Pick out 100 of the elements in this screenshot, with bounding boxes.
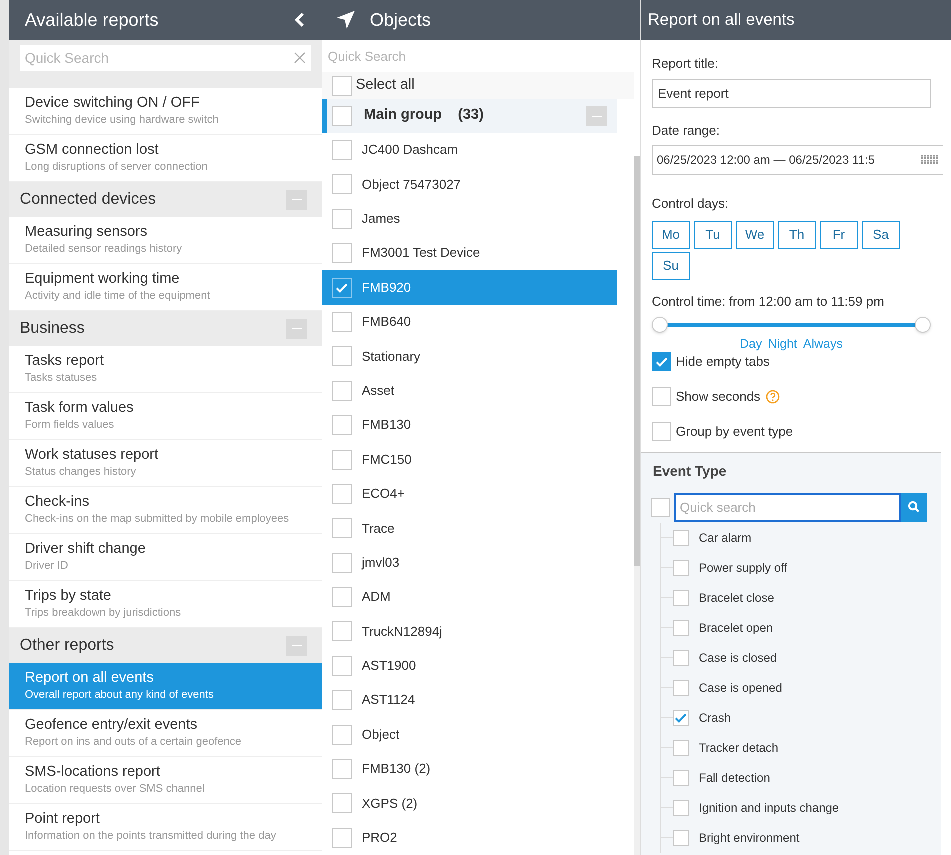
report-description: Switching device using hardware switch [25,113,220,128]
report-description: Tasks statuses [25,371,98,386]
group-row[interactable]: Main group (33) [322,99,617,133]
collapse-button[interactable] [286,318,307,338]
checkbox[interactable] [332,243,352,264]
checkbox[interactable] [651,498,670,517]
object-name: FMB920 [362,278,412,297]
calendar-grid-icon[interactable] [920,155,939,165]
event-type-label[interactable]: Case is closed [699,648,778,667]
checkbox[interactable] [332,587,352,608]
search-button[interactable] [901,492,927,522]
object-name: FMB130 [362,416,412,434]
object-name: JC400 Dashcam [362,141,458,160]
clear-icon[interactable] [294,52,306,64]
day-toggle[interactable]: Th [778,220,816,248]
slider-handle[interactable] [652,317,668,333]
time-range-slider[interactable] [652,317,931,333]
report-title: Work statuses report [25,446,160,465]
date-range-field[interactable]: 06/25/2023 12:00 am — 06/25/2023 11:5 [652,145,943,175]
event-type-label[interactable]: Car alarm [699,528,752,547]
search-field[interactable]: Quick search [674,492,901,522]
checkbox[interactable] [332,380,352,401]
checkbox[interactable] [332,106,352,126]
event-type-label[interactable]: Case is opened [699,678,782,697]
event-type-label[interactable]: Bracelet close [699,588,774,607]
checkbox[interactable] [332,174,352,194]
event-type-label[interactable]: Fall detection [699,768,770,787]
event-type-label[interactable]: Ignition and inputs change [699,798,840,817]
search-icon [908,501,920,514]
event-type-label[interactable]: Power supply off [699,558,788,577]
collapse-chevron-icon[interactable] [294,12,306,28]
event-type-label[interactable]: Crash [699,708,732,727]
report-title: Measuring sensors [25,223,148,242]
panel-title: Available reports [25,8,159,32]
checkbox[interactable] [332,415,352,436]
collapse-button[interactable] [286,190,307,210]
day-toggle[interactable]: Su [652,252,690,280]
checkbox[interactable] [332,278,352,298]
checkbox[interactable] [673,830,689,846]
select-all-label[interactable]: Select all [356,75,415,97]
checkbox[interactable] [332,793,352,814]
event-type-label[interactable]: Tracker detach [699,738,779,757]
option-label[interactable]: Hide empty tabs [676,352,770,372]
object-name: FM3001 Test Device [362,244,480,262]
object-name: ADM [362,588,391,606]
checkbox[interactable] [332,656,352,676]
day-toggle[interactable]: Mo [652,220,690,248]
checkbox[interactable] [332,828,352,848]
checkbox[interactable] [332,552,352,573]
report-title-field[interactable]: Event report [652,78,931,108]
checkbox[interactable] [673,710,689,726]
search-field[interactable]: Quick Search [20,45,311,71]
object-name: James [362,210,400,228]
checkbox[interactable] [652,352,671,372]
object-name: PRO2 [362,829,398,848]
checkbox[interactable] [673,650,689,666]
checkbox[interactable] [332,450,352,470]
object-name: Stationary [362,348,421,366]
checkbox[interactable] [652,387,671,406]
option-label[interactable]: Show seconds [676,387,761,406]
slider-handle[interactable] [915,317,931,333]
checkbox[interactable] [673,590,689,606]
report-description: Activity and idle time of the equipment [25,289,212,304]
collapse-button[interactable] [586,106,607,126]
checkbox[interactable] [673,680,689,696]
date-range-value: 06/25/2023 12:00 am — 06/25/2023 11:5 [657,152,875,169]
event-type-label[interactable]: Bright environment [699,828,800,847]
checkbox[interactable] [332,312,352,332]
checkbox[interactable] [332,76,352,96]
day-toggle[interactable]: Tu [694,220,732,248]
checkbox[interactable] [673,770,689,786]
checkbox[interactable] [673,740,689,756]
collapse-button[interactable] [286,636,307,656]
day-toggle[interactable]: Sa [862,220,900,248]
day-toggle[interactable]: We [736,220,774,248]
report-title: Equipment working time [25,270,181,289]
checkbox[interactable] [332,208,352,229]
report-title: Task form values [25,399,135,418]
checkbox[interactable] [332,621,352,642]
report-title: Device switching ON / OFF [25,94,201,113]
checkbox[interactable] [332,346,352,366]
event-type-label[interactable]: Bracelet open [699,618,774,637]
checkbox[interactable] [673,560,689,576]
checkbox[interactable] [332,140,352,160]
checkbox[interactable] [332,690,352,710]
day-toggle[interactable]: Fr [820,220,858,248]
object-name: FMC150 [362,450,412,469]
report-description: Form fields values [25,418,116,433]
scrollbar[interactable] [634,156,640,855]
report-description: Status changes history [25,465,138,480]
checkbox[interactable] [332,759,352,780]
help-icon[interactable] [766,390,780,404]
option-label[interactable]: Group by event type [676,422,794,442]
checkbox[interactable] [673,800,689,816]
checkbox[interactable] [332,724,352,745]
checkbox[interactable] [332,518,352,538]
checkbox[interactable] [652,422,671,442]
checkbox[interactable] [332,484,352,504]
checkbox[interactable] [673,530,689,546]
checkbox[interactable] [673,620,689,636]
